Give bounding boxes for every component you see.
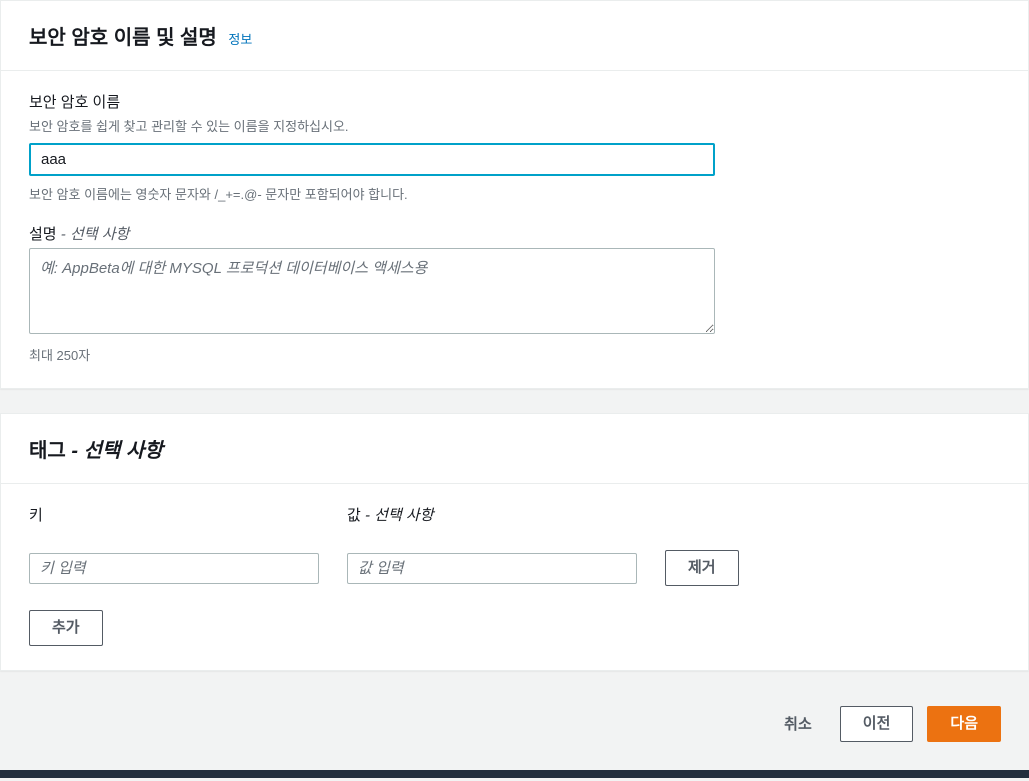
secret-name-label: 보안 암호 이름	[29, 91, 1000, 112]
panel-body: 보안 암호 이름 보안 암호를 쉽게 찾고 관리할 수 있는 이름을 지정하십시…	[1, 71, 1028, 388]
tags-title-text: 태그	[29, 440, 66, 462]
tags-optional: - 선택 사항	[71, 440, 162, 462]
bottom-bar	[0, 770, 1029, 778]
remove-tag-button[interactable]: 제거	[665, 550, 739, 586]
description-label: 설명 - 선택 사항	[29, 223, 1000, 244]
panel-header: 보안 암호 이름 및 설명 정보	[1, 1, 1028, 71]
tag-row: 키 값 - 선택 사항 제거	[29, 504, 1000, 586]
secret-name-input[interactable]	[29, 143, 715, 176]
previous-button[interactable]: 이전	[840, 706, 914, 742]
tags-panel-header: 태그 - 선택 사항	[1, 414, 1028, 484]
tags-panel-title: 태그 - 선택 사항	[29, 440, 163, 462]
secret-name-desc-panel: 보안 암호 이름 및 설명 정보 보안 암호 이름 보안 암호를 쉽게 찾고 관…	[0, 0, 1029, 389]
cancel-button[interactable]: 취소	[770, 705, 826, 742]
secret-name-constraint: 보안 암호 이름에는 영숫자 문자와 /_+=.@- 문자만 포함되어야 합니다…	[29, 184, 1000, 203]
description-constraint: 최대 250자	[29, 345, 1000, 364]
secret-name-hint: 보안 암호를 쉽게 찾고 관리할 수 있는 이름을 지정하십시오.	[29, 116, 1000, 135]
tag-key-label: 키	[29, 504, 319, 525]
description-optional: - 선택 사항	[61, 226, 130, 243]
description-textarea[interactable]	[29, 248, 715, 334]
tag-key-col: 키	[29, 504, 319, 584]
description-group: 설명 - 선택 사항 최대 250자	[29, 223, 1000, 364]
tag-value-col: 값 - 선택 사항	[347, 504, 637, 584]
tag-value-optional: - 선택 사항	[365, 507, 434, 524]
description-label-text: 설명	[29, 226, 57, 243]
secret-name-group: 보안 암호 이름 보안 암호를 쉽게 찾고 관리할 수 있는 이름을 지정하십시…	[29, 91, 1000, 203]
panel-title-text: 보안 암호 이름 및 설명	[29, 27, 217, 49]
wizard-footer: 취소 이전 다음	[0, 695, 1029, 762]
tag-value-label-text: 값	[347, 507, 361, 524]
tag-value-input[interactable]	[347, 553, 637, 584]
info-link[interactable]: 정보	[228, 32, 252, 47]
tag-value-label: 값 - 선택 사항	[347, 504, 637, 525]
add-tag-button[interactable]: 추가	[29, 610, 103, 646]
next-button[interactable]: 다음	[927, 706, 1001, 742]
tags-panel: 태그 - 선택 사항 키 값 - 선택 사항 제거	[0, 413, 1029, 671]
tag-key-input[interactable]	[29, 553, 319, 584]
tag-remove-col: 제거	[665, 504, 739, 586]
panel-title: 보안 암호 이름 및 설명	[29, 27, 222, 49]
tags-panel-body: 키 값 - 선택 사항 제거 추가	[1, 484, 1028, 670]
